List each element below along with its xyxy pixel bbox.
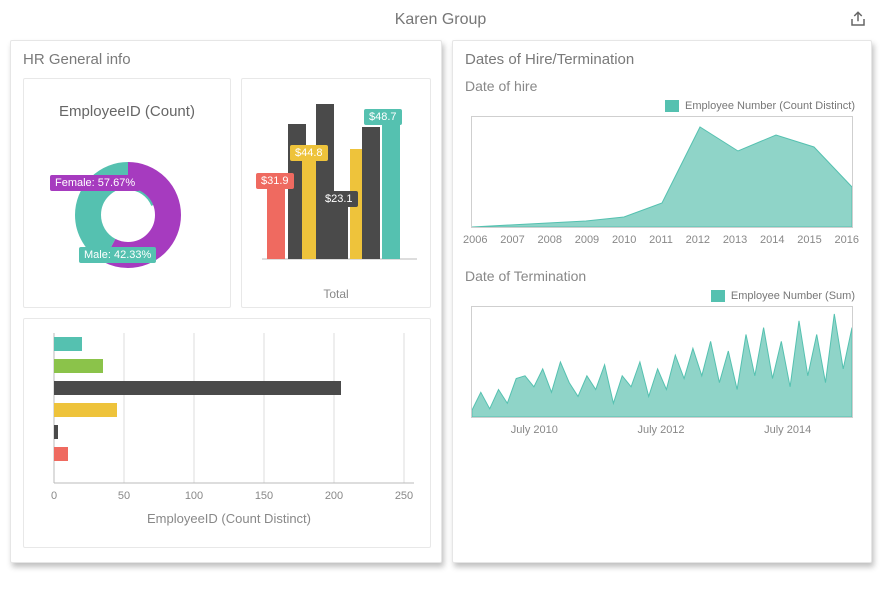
- bar-label-c: $23.1: [320, 191, 358, 207]
- hbar-axis-title: EmployeeID (Count Distinct): [147, 511, 311, 526]
- page-header: Karen Group: [0, 0, 881, 40]
- bar-label-a: $31.9: [256, 173, 294, 189]
- hire-legend-text: Employee Number (Count Distinct): [685, 100, 855, 112]
- chart-date-of-termination[interactable]: [471, 306, 853, 418]
- hire-title: Date of hire: [465, 78, 859, 94]
- chart-date-of-hire[interactable]: [471, 116, 853, 228]
- term-x-ticks: July 2010 July 2012 July 2014: [471, 424, 851, 436]
- bar-label-b: $44.8: [290, 145, 328, 161]
- vbars-axis-label: Total: [242, 287, 430, 301]
- panel-title-right: Dates of Hire/Termination: [465, 51, 859, 68]
- bar-label-d: $48.7: [364, 109, 402, 125]
- chart-employeeid-hbars[interactable]: 0 50 100 150 200 250 EmployeeID (Count D…: [23, 318, 431, 548]
- svg-text:50: 50: [118, 490, 130, 502]
- panel-title-left: HR General info: [23, 51, 429, 68]
- legend-swatch-icon: [665, 100, 679, 112]
- svg-text:150: 150: [255, 490, 273, 502]
- svg-text:250: 250: [395, 490, 413, 502]
- term-title: Date of Termination: [465, 268, 859, 284]
- term-legend: Employee Number (Sum): [465, 290, 855, 302]
- page-title: Karen Group: [395, 11, 487, 29]
- term-legend-text: Employee Number (Sum): [731, 290, 855, 302]
- svg-text:100: 100: [185, 490, 203, 502]
- donut-title: EmployeeID (Count): [24, 103, 230, 120]
- svg-text:200: 200: [325, 490, 343, 502]
- panel-dates: Dates of Hire/Termination Date of hire E…: [452, 40, 872, 563]
- donut-label-male: Male: 42.33%: [79, 247, 156, 263]
- chart-employee-gender-donut[interactable]: EmployeeID (Count): [23, 78, 231, 308]
- svg-text:0: 0: [51, 490, 57, 502]
- chart-total-bars[interactable]: $31.9 $44.8 $23.1 $48.7 Total: [241, 78, 431, 308]
- panel-hr-general: HR General info EmployeeID (Count): [10, 40, 442, 563]
- donut-label-female: Female: 57.67%: [50, 175, 140, 191]
- legend-swatch-icon: [711, 290, 725, 302]
- hire-x-ticks: 200620072008 200920102011 201220132014 2…: [463, 234, 859, 246]
- hire-legend: Employee Number (Count Distinct): [465, 100, 855, 112]
- share-icon[interactable]: [849, 10, 867, 28]
